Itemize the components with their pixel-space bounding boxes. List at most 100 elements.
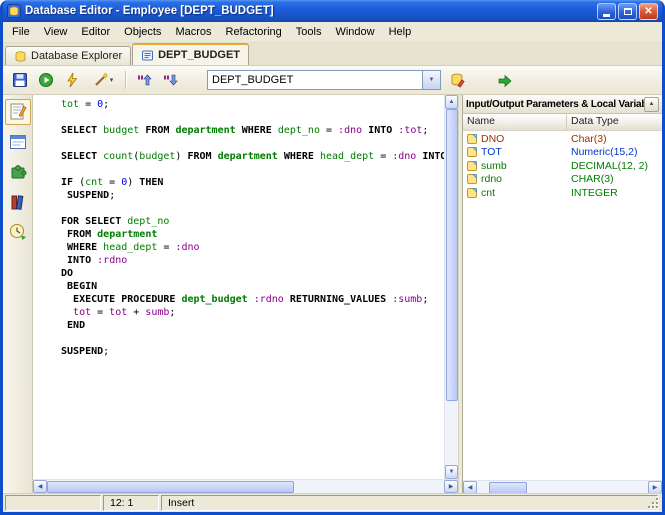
save-icon: [12, 72, 28, 88]
params-rows: DNOChar(3)TOT Numeric(15,2)sumbDECIMAL(12…: [463, 131, 662, 480]
procedure-icon: [141, 49, 154, 62]
resize-grip[interactable]: [647, 497, 661, 511]
menu-item-tools[interactable]: Tools: [289, 24, 329, 40]
magic-wand-icon: [93, 72, 109, 88]
menu-item-editor[interactable]: Editor: [74, 24, 117, 40]
quote-up-icon: [136, 72, 152, 88]
run-icon: [38, 72, 54, 88]
code-editor[interactable]: tot = 0; SELECT budget FROM department W…: [33, 95, 444, 479]
code-line: BEGIN: [61, 280, 444, 293]
code-line: WHERE head_dept = :dno: [61, 241, 444, 254]
sidebar-history-button[interactable]: [5, 219, 31, 245]
minimize-icon: [603, 14, 610, 17]
chevron-down-icon: ▾: [110, 76, 114, 84]
goto-object-button[interactable]: [492, 69, 517, 93]
code-line: INTO :rdno: [61, 254, 444, 267]
menu-item-macros[interactable]: Macros: [168, 24, 218, 40]
sidebar-form-button[interactable]: [5, 129, 31, 155]
object-selector[interactable]: DEPT_BUDGET ▼: [207, 70, 441, 90]
scroll-right-button[interactable]: ▶: [444, 480, 458, 493]
code-line: [61, 111, 444, 124]
editor-area: tot = 0; SELECT budget FROM department W…: [33, 95, 458, 493]
param-row-cnt[interactable]: cntINTEGER: [463, 186, 662, 200]
parameter-icon: [467, 174, 477, 184]
panel-horizontal-scrollbar[interactable]: ◀ ▶: [463, 480, 662, 493]
param-row-tot[interactable]: TOT Numeric(15,2): [463, 146, 662, 160]
scrollbar-track[interactable]: [527, 481, 648, 493]
sidebar-description-button[interactable]: [5, 189, 31, 215]
horizontal-scrollbar-thumb[interactable]: [47, 481, 294, 493]
tab-label: Database Explorer: [31, 50, 122, 62]
code-line: [61, 202, 444, 215]
param-name: TOT: [481, 146, 502, 158]
menubar: FileViewEditorObjectsMacrosRefactoringTo…: [3, 22, 662, 43]
minimize-button[interactable]: [597, 3, 616, 20]
tab-dept-budget[interactable]: DEPT_BUDGET: [132, 43, 249, 65]
database-edit-icon: [450, 72, 466, 88]
code-line: SUSPEND;: [61, 345, 444, 358]
menu-item-file[interactable]: File: [5, 24, 37, 40]
params-panel-header: Input/Output Parameters & Local Variable…: [463, 95, 662, 114]
code-line: tot = tot + sumb;: [61, 306, 444, 319]
chevron-up-icon: ▲: [649, 101, 655, 107]
scrollbar-track[interactable]: [477, 481, 489, 493]
compile-button[interactable]: [59, 68, 84, 92]
param-row-rdno[interactable]: rdnoCHAR(3): [463, 173, 662, 187]
insert-mode-indicator: Insert: [161, 495, 658, 511]
lightning-icon: [64, 72, 80, 88]
parameter-icon: [467, 188, 477, 198]
vertical-scrollbar-thumb[interactable]: [446, 109, 458, 401]
sidebar-edit-button[interactable]: [5, 99, 31, 125]
cursor-position: 12: 1: [103, 495, 159, 511]
database-edit-button[interactable]: [445, 68, 470, 92]
code-line: IF (cnt = 0) THEN: [61, 176, 444, 189]
params-panel-title: Input/Output Parameters & Local Variable…: [466, 99, 644, 110]
param-data-type: Numeric(15,2): [567, 146, 662, 158]
dropdown-button[interactable]: ▼: [422, 71, 440, 89]
run-button[interactable]: [33, 68, 58, 92]
param-row-dno[interactable]: DNOChar(3): [463, 132, 662, 146]
sidebar-dependencies-button[interactable]: [5, 159, 31, 185]
column-header-name[interactable]: Name: [463, 114, 567, 130]
parameter-icon: [467, 161, 477, 171]
books-tab-icon: [8, 192, 28, 212]
menu-item-objects[interactable]: Objects: [117, 24, 168, 40]
parameter-icon: [467, 134, 477, 144]
menu-item-help[interactable]: Help: [382, 24, 419, 40]
statusbar: 12: 1 Insert: [3, 493, 662, 512]
maximize-icon: [624, 8, 632, 15]
editor-vertical-scrollbar[interactable]: ▲ ▼: [444, 95, 458, 479]
maximize-button[interactable]: [618, 3, 637, 20]
sidebar: [3, 95, 33, 493]
code-line: [61, 163, 444, 176]
scroll-left-button[interactable]: ◀: [33, 480, 47, 493]
tab-database-explorer[interactable]: Database Explorer: [5, 46, 131, 65]
menu-item-window[interactable]: Window: [328, 24, 381, 40]
scroll-up-button[interactable]: ▲: [445, 95, 458, 109]
status-segment-empty: [5, 495, 101, 511]
code-line: [61, 137, 444, 150]
column-header-data-type[interactable]: Data Type: [567, 114, 662, 130]
editor-horizontal-scrollbar[interactable]: ◀ ▶: [33, 479, 458, 493]
tab-label: DEPT_BUDGET: [158, 49, 240, 61]
params-grid-header: Name Data Type: [463, 114, 662, 131]
param-row-sumb[interactable]: sumbDECIMAL(12, 2): [463, 159, 662, 173]
quote-up-button[interactable]: [131, 68, 156, 92]
param-name: DNO: [481, 133, 504, 145]
code-line: DO: [61, 267, 444, 280]
collapse-button[interactable]: ▲: [644, 97, 659, 112]
toolbar: ▾ DEPT_BUDGET ▼: [3, 66, 662, 95]
save-button[interactable]: [7, 68, 32, 92]
close-button[interactable]: ✕: [639, 3, 658, 20]
menu-item-refactoring[interactable]: Refactoring: [219, 24, 289, 40]
app-icon[interactable]: [7, 4, 21, 18]
menu-item-view[interactable]: View: [37, 24, 75, 40]
code-line: END: [61, 319, 444, 332]
chevron-down-icon: ▼: [429, 77, 435, 83]
params-panel: Input/Output Parameters & Local Variable…: [462, 95, 662, 493]
scrollbar-track[interactable]: [445, 401, 458, 465]
quote-down-button[interactable]: [157, 68, 182, 92]
scroll-down-button[interactable]: ▼: [445, 465, 458, 479]
magic-wand-button[interactable]: ▾: [85, 68, 121, 92]
scrollbar-track[interactable]: [294, 480, 445, 493]
